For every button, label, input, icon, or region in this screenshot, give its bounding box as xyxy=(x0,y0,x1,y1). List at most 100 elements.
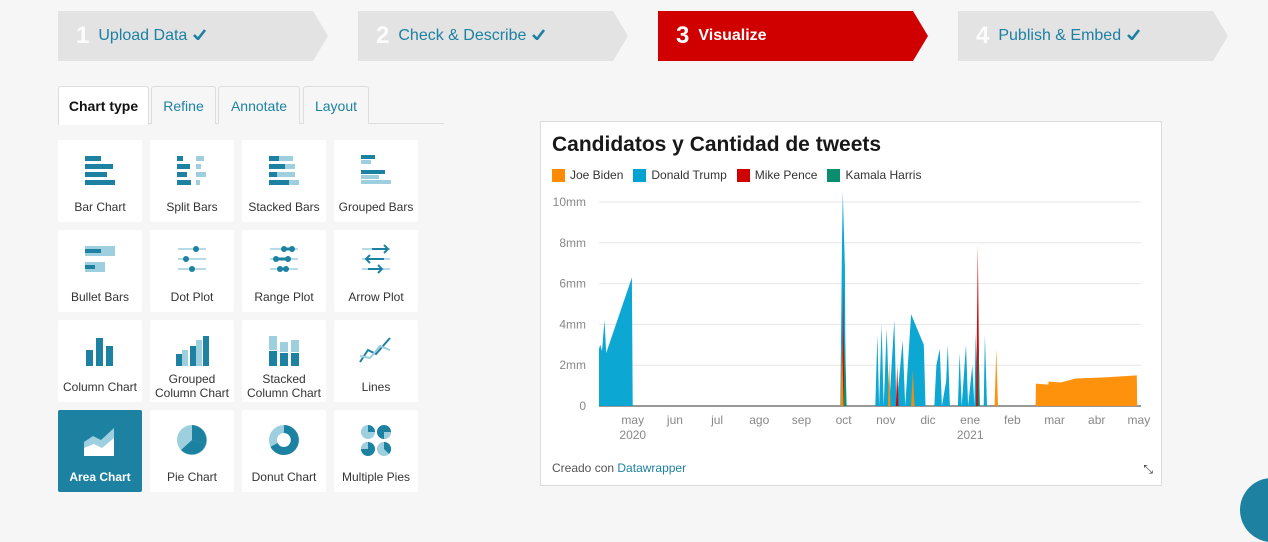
chart-credit: Creado con Datawrapper xyxy=(552,461,686,475)
legend-swatch xyxy=(827,168,841,182)
chart-type-label: Multiple Pies xyxy=(341,470,411,484)
y-tick-label: 6mm xyxy=(559,277,586,291)
editor-tabs: Chart type Refine Annotate Layout xyxy=(58,86,444,125)
column-chart-icon xyxy=(86,338,113,366)
step-publish-embed[interactable]: 4 Publish & Embed xyxy=(958,11,1228,61)
area-chart-icon xyxy=(84,428,114,456)
step-number: 3 xyxy=(676,22,690,49)
chart-type-grouped-column-chart[interactable]: Grouped Column Chart xyxy=(150,320,234,402)
chart-type-stacked-column-chart[interactable]: Stacked Column Chart xyxy=(242,320,326,402)
step-label: Publish & Embed xyxy=(998,27,1122,44)
checkmark-icon xyxy=(532,27,546,45)
area-series xyxy=(599,192,987,406)
x-tick-label: abr xyxy=(1088,413,1105,427)
step-label: Check & Describe xyxy=(398,27,527,44)
y-tick-label: 0 xyxy=(579,399,586,413)
legend-label: Donald Trump xyxy=(651,168,727,182)
chart-type-bullet-bars[interactable]: Bullet Bars xyxy=(58,230,142,312)
expand-icon[interactable]: ⤡ xyxy=(1143,462,1153,477)
legend-item-kamala-harris: Kamala Harris xyxy=(827,168,921,182)
legend-label: Kamala Harris xyxy=(845,168,922,182)
stacked-bars-icon xyxy=(269,156,299,185)
chart-type-lines[interactable]: Lines xyxy=(334,320,418,402)
chart-type-grouped-bars[interactable]: Grouped Bars xyxy=(334,140,418,222)
chart-type-label: Range Plot xyxy=(254,290,314,304)
multiple-pies-icon xyxy=(361,425,392,456)
help-button[interactable] xyxy=(1240,478,1268,542)
x-tick-label: oct xyxy=(836,413,853,427)
chart-type-label: Bullet Bars xyxy=(70,290,130,304)
step-number: 2 xyxy=(376,22,390,49)
chart-type-label: Arrow Plot xyxy=(348,290,404,304)
chart-type-arrow-plot[interactable]: Arrow Plot xyxy=(334,230,418,312)
chart-type-split-bars[interactable]: Split Bars xyxy=(150,140,234,222)
chart-type-label: Lines xyxy=(361,380,391,394)
x-tick-label: feb xyxy=(1004,413,1021,427)
legend-swatch xyxy=(552,168,565,182)
step-visualize[interactable]: 3 Visualize xyxy=(658,11,928,61)
arrow-plot-icon xyxy=(362,244,390,274)
chart-type-donut-chart[interactable]: Donut Chart xyxy=(242,410,326,492)
chart-type-label: Grouped Column Chart xyxy=(154,372,230,400)
lines-icon xyxy=(359,337,391,363)
chart-type-column-chart[interactable]: Column Chart xyxy=(58,320,142,402)
step-label: Upload Data xyxy=(98,27,188,44)
legend-item-mike-pence: Mike Pence xyxy=(736,168,818,182)
tab-annotate[interactable]: Annotate xyxy=(218,86,300,124)
x-tick-label: jul xyxy=(710,413,723,427)
dot-plot-icon xyxy=(178,246,206,272)
bar-chart-icon xyxy=(85,156,115,185)
step-number: 1 xyxy=(76,22,90,49)
x-tick-label: ene xyxy=(960,413,980,427)
chart-preview: Candidatos y Cantidad de tweets Joe Bide… xyxy=(540,121,1162,486)
x-tick-label: may xyxy=(1128,413,1151,427)
chart-type-label: Donut Chart xyxy=(251,470,317,484)
stacked-column-chart-icon xyxy=(269,336,299,366)
chart-title: Candidatos y Cantidad de tweets xyxy=(552,133,882,156)
chart-type-label: Area Chart xyxy=(69,470,131,484)
chart-type-bar-chart[interactable]: Bar Chart xyxy=(58,140,142,222)
area-series xyxy=(599,340,1138,406)
progress-steps: 1 Upload Data 2 Check & Describe 3 Visualiz… xyxy=(58,11,1248,61)
range-plot-icon xyxy=(270,246,298,272)
tab-chart-type[interactable]: Chart type xyxy=(58,86,149,125)
pie-chart-icon xyxy=(177,425,207,455)
x-tick-year: 2020 xyxy=(619,428,646,442)
chart-type-multiple-pies[interactable]: Multiple Pies xyxy=(334,410,418,492)
chart-type-label: Bar Chart xyxy=(74,200,126,214)
chart-type-label: Pie Chart xyxy=(166,470,218,484)
legend-label: Mike Pence xyxy=(754,168,818,182)
checkmark-icon xyxy=(193,27,207,45)
chart-type-stacked-bars[interactable]: Stacked Bars xyxy=(242,140,326,222)
legend-swatch xyxy=(633,168,647,182)
chart-legend: Joe Biden Donald Trump Mike Pence Kamala… xyxy=(552,168,931,182)
donut-chart-icon xyxy=(269,425,299,455)
tab-refine[interactable]: Refine xyxy=(151,86,216,124)
tab-layout[interactable]: Layout xyxy=(303,86,369,124)
x-tick-label: dic xyxy=(920,413,935,427)
chart-type-label: Column Chart xyxy=(62,380,138,394)
y-tick-label: 4mm xyxy=(559,317,586,331)
chart-type-label: Stacked Bars xyxy=(248,200,320,214)
legend-label: Joe Biden xyxy=(570,168,624,182)
chart-type-range-plot[interactable]: Range Plot xyxy=(242,230,326,312)
chart-type-label: Stacked Column Chart xyxy=(246,372,322,400)
step-check-describe[interactable]: 2 Check & Describe xyxy=(358,11,628,61)
step-upload-data[interactable]: 1 Upload Data xyxy=(58,11,328,61)
x-tick-label: ago xyxy=(749,413,769,427)
legend-swatch xyxy=(736,168,750,182)
checkmark-icon xyxy=(1127,27,1141,45)
credit-prefix: Creado con xyxy=(552,461,615,475)
chart-type-dot-plot[interactable]: Dot Plot xyxy=(150,230,234,312)
chart-type-pie-chart[interactable]: Pie Chart xyxy=(150,410,234,492)
grouped-bars-icon xyxy=(361,155,391,184)
legend-item-donald-trump: Donald Trump xyxy=(633,168,727,182)
chart-type-area-chart[interactable]: Area Chart xyxy=(58,410,142,492)
x-tick-label: may xyxy=(621,413,644,427)
chart-type-label: Dot Plot xyxy=(170,290,214,304)
x-tick-year: 2021 xyxy=(957,428,984,442)
x-tick-label: jun xyxy=(666,413,683,427)
chart-type-label: Split Bars xyxy=(166,200,218,214)
credit-link[interactable]: Datawrapper xyxy=(617,461,686,475)
legend-item-joe-biden: Joe Biden xyxy=(552,168,623,182)
